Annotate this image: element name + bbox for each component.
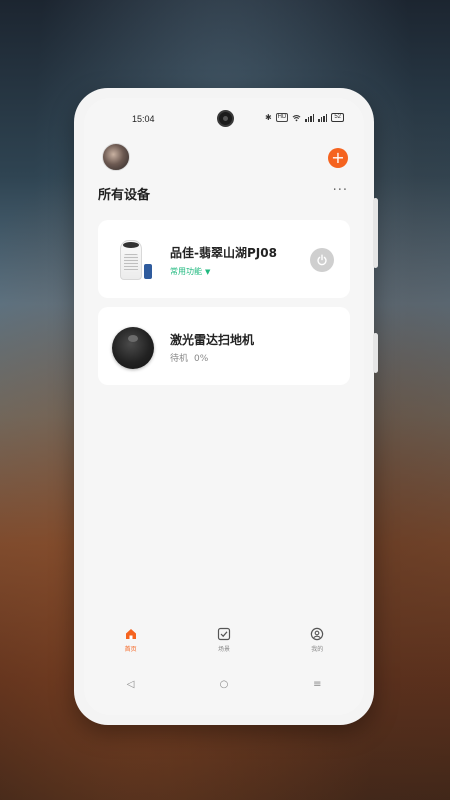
robot-vacuum-icon: [112, 327, 154, 369]
nav-label: 场景: [217, 646, 230, 653]
quick-functions-dropdown[interactable]: 常用功能 ▼: [170, 266, 210, 277]
nav-home[interactable]: 首页: [101, 621, 161, 661]
system-navigation-bar: ◁ ○ ≡: [84, 669, 364, 699]
power-toggle-button[interactable]: [310, 248, 334, 272]
device-card[interactable]: 激光雷达扫地机 待机 0%: [98, 307, 350, 385]
front-camera: [217, 110, 234, 127]
wifi-icon: [292, 114, 301, 121]
battery-icon: 52: [331, 113, 344, 122]
menu-icon[interactable]: ≡: [297, 679, 337, 690]
status-time: 15:04: [132, 114, 155, 124]
status-icons: ✱ HD 52: [265, 113, 344, 122]
nav-label: 首页: [124, 646, 137, 653]
power-side-button: [373, 333, 378, 373]
nav-profile[interactable]: 我的: [287, 621, 347, 661]
more-options-button[interactable]: ···: [333, 183, 348, 198]
volume-button: [373, 198, 378, 268]
quick-functions-label: 常用功能: [170, 267, 202, 276]
signal-icon: [318, 113, 328, 122]
air-purifier-icon: [116, 238, 156, 282]
device-card[interactable]: 品佳-翡翠山湖PJ08 常用功能 ▼: [98, 220, 350, 298]
home-button-icon[interactable]: ○: [204, 679, 244, 690]
bottom-navigation: 首页 场景 我的: [84, 621, 364, 661]
nav-scene[interactable]: 场景: [194, 621, 254, 661]
device-state: 待机: [170, 354, 189, 364]
app-screen: 15:04 ✱ HD 52 + 所有设备 ··· 品佳-翡翠山湖PJ08 常用功…: [84, 98, 364, 715]
back-icon[interactable]: ◁: [111, 679, 151, 690]
user-avatar[interactable]: [102, 143, 130, 171]
device-name: 品佳-翡翠山湖PJ08: [170, 246, 277, 260]
signal-icon: [305, 113, 315, 122]
bluetooth-icon: ✱: [264, 113, 272, 122]
profile-icon: [311, 627, 324, 641]
hd-icon: HD: [275, 113, 289, 122]
phone-frame: 15:04 ✱ HD 52 + 所有设备 ··· 品佳-翡翠山湖PJ08 常用功…: [74, 88, 378, 725]
home-icon: [125, 629, 136, 639]
page-title: 所有设备: [98, 188, 151, 203]
device-name: 激光雷达扫地机: [170, 333, 255, 347]
add-device-button[interactable]: +: [328, 148, 348, 168]
device-status: 待机 0%: [170, 351, 208, 364]
scene-icon: [217, 627, 231, 641]
device-battery: 0%: [194, 354, 209, 364]
nav-label: 我的: [311, 646, 324, 653]
caret-down-icon: ▼: [205, 268, 211, 276]
status-bar: 15:04 ✱ HD 52: [84, 98, 364, 132]
power-icon: [317, 254, 327, 266]
